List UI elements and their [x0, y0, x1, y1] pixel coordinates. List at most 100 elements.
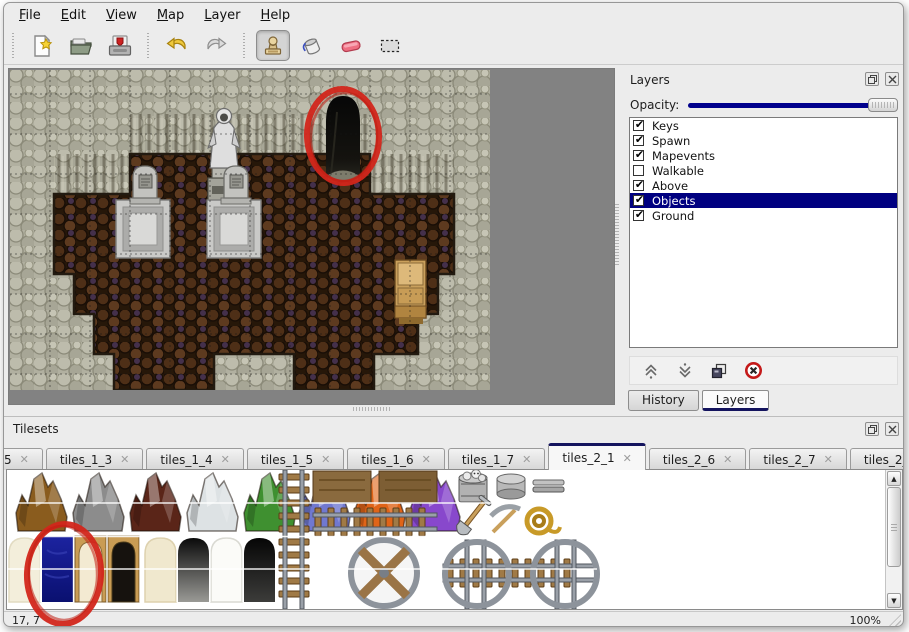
tileset-tab-tiles-1-4[interactable]: tiles_1_4✕	[146, 448, 244, 470]
open-button[interactable]	[64, 30, 98, 61]
menu-edit[interactable]: Edit	[51, 5, 96, 26]
map-canvas[interactable]	[10, 70, 490, 390]
new-file-button[interactable]	[25, 30, 59, 61]
layer-visibility-checkbox[interactable]: ✔	[633, 195, 644, 206]
close-icon	[888, 425, 897, 434]
tileset-tab-tiles-2-6[interactable]: tiles_2_6✕	[649, 448, 747, 470]
tileset-tab-tiles-2-8[interactable]: tiles_2_8✕	[850, 448, 904, 470]
menu-map[interactable]: Map	[147, 5, 194, 26]
close-panel-button[interactable]	[885, 72, 899, 86]
scroll-up-button[interactable]: ▲	[887, 471, 901, 486]
layer-visibility-checkbox[interactable]	[633, 165, 644, 176]
layer-label: Ground	[652, 209, 694, 223]
delete-layer-button[interactable]	[742, 360, 764, 382]
window-resize-grip[interactable]	[889, 614, 901, 626]
tileset-tab-tiles-1-3[interactable]: tiles_1_3✕	[46, 448, 144, 470]
redo-button[interactable]	[199, 30, 233, 61]
turntable-tile[interactable]	[351, 540, 417, 606]
vertical-splitter[interactable]	[615, 204, 619, 266]
tab-close-icon[interactable]: ✕	[422, 453, 431, 466]
move-layer-up-button[interactable]	[640, 360, 662, 382]
tab-close-icon[interactable]: ✕	[20, 453, 29, 466]
layer-visibility-checkbox[interactable]: ✔	[633, 210, 644, 221]
tab-close-icon[interactable]: ✕	[321, 453, 330, 466]
toolbar-grip[interactable]	[146, 33, 150, 59]
tombstone-object	[221, 166, 251, 204]
layer-row-spawn[interactable]: ✔ Spawn	[630, 133, 897, 148]
fill-tool-button[interactable]	[295, 30, 329, 61]
tab-close-icon[interactable]: ✕	[824, 453, 833, 466]
eraser-tool-button[interactable]	[334, 30, 368, 61]
horizontal-splitter[interactable]	[353, 407, 391, 411]
tileset-tab-tiles-2-1[interactable]: tiles_2_1✕	[548, 443, 646, 470]
layer-row-above[interactable]: ✔ Above	[630, 178, 897, 193]
layer-row-keys[interactable]: ✔ Keys	[630, 118, 897, 133]
menu-bar: File Edit View Map Layer Help	[4, 3, 903, 27]
layer-visibility-checkbox[interactable]: ✔	[633, 180, 644, 191]
tileset-canvas[interactable]	[7, 470, 885, 609]
delete-icon	[744, 361, 763, 380]
tileset-tab-tiles-1-5[interactable]: tiles_1_5✕	[247, 448, 345, 470]
float-panel-button[interactable]	[865, 72, 879, 86]
tab-close-icon[interactable]: ✕	[623, 452, 632, 465]
duplicate-layer-button[interactable]	[708, 360, 730, 382]
layer-label: Spawn	[652, 134, 690, 148]
layers-panel-title: Layers	[630, 73, 670, 87]
tilesets-panel-title: Tilesets	[13, 422, 59, 436]
close-panel-button[interactable]	[885, 422, 899, 436]
opacity-slider[interactable]	[688, 97, 898, 113]
close-icon	[888, 75, 897, 84]
tileset-tab-tiles-2-7[interactable]: tiles_2_7✕	[749, 448, 847, 470]
undo-button[interactable]	[160, 30, 194, 61]
layer-list: ✔ Keys ✔ Spawn ✔ Mapevents Walkable ✔ Ab…	[629, 117, 898, 348]
move-up-icon	[642, 362, 660, 380]
menu-file[interactable]: File	[9, 5, 51, 26]
float-panel-button[interactable]	[865, 422, 879, 436]
cave-entrance-tile	[326, 96, 360, 180]
map-view-panel[interactable]	[8, 68, 615, 405]
toolbar-grip[interactable]	[242, 33, 246, 59]
tab-close-icon[interactable]: ✕	[120, 453, 129, 466]
stamp-tool-button[interactable]	[256, 30, 290, 61]
menu-help[interactable]: Help	[251, 5, 301, 26]
layer-row-objects[interactable]: ✔ Objects	[630, 193, 897, 208]
redo-icon	[203, 33, 229, 59]
status-bar: 17, 7 100%	[4, 611, 903, 627]
tile-coordinates: 17, 7	[12, 614, 40, 627]
scroll-down-button[interactable]: ▼	[887, 593, 901, 608]
scrollbar-thumb[interactable]	[887, 487, 901, 567]
layer-label: Mapevents	[652, 149, 715, 163]
layer-label: Keys	[652, 119, 679, 133]
select-tool-icon	[377, 33, 403, 59]
opacity-slider-track	[688, 103, 896, 108]
layer-row-mapevents[interactable]: ✔ Mapevents	[630, 148, 897, 163]
duplicate-icon	[710, 362, 728, 380]
fill-tool-icon	[299, 33, 325, 59]
tab-history[interactable]: History	[628, 390, 699, 411]
toolbar-grip[interactable]	[11, 33, 15, 59]
menu-view[interactable]: View	[96, 5, 147, 26]
layer-row-walkable[interactable]: Walkable	[630, 163, 897, 178]
tab-layers[interactable]: Layers	[702, 390, 770, 411]
move-layer-down-button[interactable]	[674, 360, 696, 382]
tileset-tab-tiles-1-7[interactable]: tiles_1_7✕	[448, 448, 546, 470]
opacity-slider-handle[interactable]	[868, 98, 898, 112]
layer-row-ground[interactable]: ✔ Ground	[630, 208, 897, 223]
layer-visibility-checkbox[interactable]: ✔	[633, 150, 644, 161]
save-button[interactable]	[103, 30, 137, 61]
tab-close-icon[interactable]: ✕	[522, 453, 531, 466]
tileset-content[interactable]: ▲ ▼	[6, 469, 903, 610]
layer-visibility-checkbox[interactable]: ✔	[633, 120, 644, 131]
layer-actions-toolbar	[629, 356, 898, 385]
tileset-tab-tiles-1-6[interactable]: tiles_1_6✕	[347, 448, 445, 470]
tileset-scrollbar[interactable]: ▲ ▼	[885, 470, 902, 609]
open-folder-icon	[68, 33, 94, 59]
tab-close-icon[interactable]: ✕	[723, 453, 732, 466]
tab-close-icon[interactable]: ✕	[221, 453, 230, 466]
select-tool-button[interactable]	[373, 30, 407, 61]
undo-icon	[164, 33, 190, 59]
eraser-tool-icon	[338, 33, 364, 59]
tileset-tab-5[interactable]: 5✕	[3, 448, 43, 470]
layer-visibility-checkbox[interactable]: ✔	[633, 135, 644, 146]
menu-layer[interactable]: Layer	[194, 5, 250, 26]
